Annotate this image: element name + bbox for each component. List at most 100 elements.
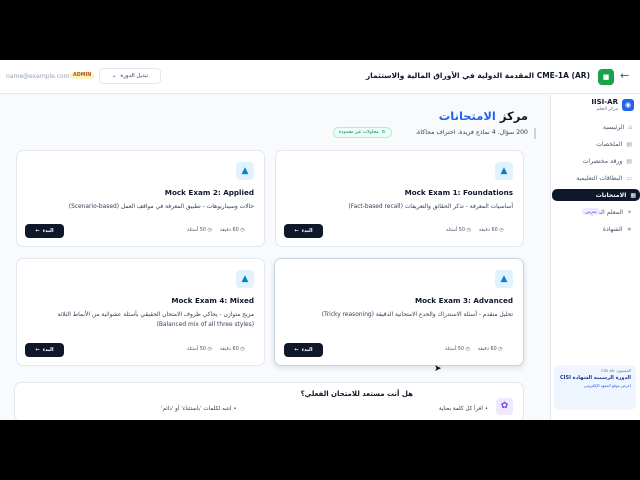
brand-name: IISI-AR	[591, 98, 618, 106]
start-label: البدء	[42, 228, 54, 234]
certificate-icon: ★	[626, 225, 632, 233]
graduation-cap-icon: ▲	[236, 270, 254, 288]
exam-meta: ◷ 60 دقيقة ◷ 50 أسئلة	[445, 346, 503, 352]
exam-meta: ◷ 60 دقيقة ◷ 50 أسئلة	[187, 346, 245, 352]
brand-icon: ◉	[622, 99, 634, 111]
exam-card-3[interactable]: ▲ Mock Exam 3: Advanced تحليل متقدم - أس…	[274, 258, 524, 366]
app-logo[interactable]: ■	[598, 69, 614, 85]
promo-card[interactable]: المستوى: CISI AR الدورة الرسمية الشهادة …	[554, 365, 636, 410]
home-icon: ⌂	[628, 123, 632, 131]
mouse-cursor-icon: ➤	[434, 364, 442, 374]
list-icon: ◷	[465, 346, 470, 352]
exam-meta: ◷ 60 دقيقة ◷ 50 أسئلة	[446, 227, 504, 233]
graduation-cap-icon: ▲	[236, 162, 254, 180]
exam-title: Mock Exam 4: Mixed	[171, 296, 254, 305]
question-count: ◷ 50 أسئلة	[446, 227, 471, 233]
question-count: ◷ 50 أسئلة	[187, 346, 212, 352]
promo-link[interactable]: اعرض موقع المعهد الإلكتروني	[559, 383, 631, 388]
page-subtitle: 200 سؤال. 4 نماذج فريدة. احتراف محاكاة.	[415, 129, 528, 136]
exam-card-4[interactable]: ▲ Mock Exam 4: Mixed مزيج متوازن - يحاكي…	[16, 258, 265, 366]
duration-value: 60 دقيقة	[478, 227, 498, 233]
beta-badge: تجريبي	[582, 208, 600, 215]
sidebar-item-label: الملخصات	[596, 140, 623, 148]
duration-value: 60 دقيقة	[219, 346, 239, 352]
sheet-icon: ▤	[626, 157, 632, 165]
user-email: name@example.com	[6, 73, 70, 80]
start-label: البدء	[301, 347, 313, 353]
question-count: ◷ 50 أسئلة	[187, 227, 212, 233]
exam-tips-card: ✿ هل أنت مستعد للامتحان الفعلي؟ • اقرأ ك…	[14, 382, 524, 420]
exam-title: Mock Exam 1: Foundations	[404, 188, 513, 197]
admin-badge: ADMIN	[70, 72, 95, 79]
course-title: CME-1A (AR) المقدمة الدولية في الأوراق ا…	[365, 71, 590, 80]
arrow-left-icon: ←	[294, 347, 299, 353]
sidebar-item-certificate[interactable]: ★ الشهادة	[552, 223, 636, 235]
tip-text: اقرأ كل كلمة بعناية	[438, 406, 483, 412]
unlimited-label: محاولات غير محدودة	[339, 130, 379, 135]
title-divider	[534, 128, 536, 139]
start-exam-button[interactable]: البدء ←	[25, 224, 64, 238]
chevron-down-icon: ⌄	[111, 73, 117, 79]
sidebar-item-exams[interactable]: ▦ الامتحانات	[552, 189, 640, 201]
duration-value: 60 دقيقة	[477, 346, 497, 352]
page-title-accent: الامتحانات	[438, 109, 496, 123]
sidebar-item-label: الرئيسية	[602, 123, 625, 131]
clock-icon: ◷	[498, 346, 503, 352]
start-exam-button[interactable]: البدء ←	[284, 224, 323, 238]
sidebar-item-flashcards[interactable]: ▭ البطاقات التعليمية	[552, 172, 636, 184]
tip-item: • انتبه لكلمات 'باستثناء' أو 'دائم'	[161, 406, 237, 412]
tips-title: هل أنت مستعد للامتحان الفعلي؟	[300, 390, 413, 398]
doc-icon: ▤	[626, 140, 632, 148]
arrow-left-icon[interactable]: ←	[620, 69, 629, 82]
tip-item: • اقرأ كل كلمة بعناية	[439, 406, 488, 412]
exam-description: مزيج متوازن - يحاكي ظروف الامتحان الحقيق…	[57, 312, 254, 328]
list-icon: ◷	[207, 346, 212, 352]
promo-title: الدورة الرسمية الشهادة CISI	[559, 375, 631, 381]
exam-description: حالات وسيناريوهات - تطبيق المعرفة في موا…	[68, 204, 254, 210]
question-count: ◷ 50 أسئلة	[445, 346, 470, 352]
page-title: مركز الامتحانات	[439, 109, 528, 123]
graduation-cap-icon: ▲	[495, 270, 513, 288]
clock-icon: ◷	[240, 346, 245, 352]
exam-meta: ◷ 60 دقيقة ◷ 50 أسئلة	[187, 227, 245, 233]
check-icon: •	[484, 406, 488, 412]
exam-title: Mock Exam 3: Advanced	[414, 296, 513, 305]
question-count-value: 50 أسئلة	[446, 227, 465, 233]
start-label: البدء	[301, 228, 313, 234]
cards-icon: ▭	[626, 174, 632, 182]
duration: ◷ 60 دقيقة	[220, 227, 245, 233]
exam-card-1[interactable]: ▲ Mock Exam 1: Foundations أساسيات المعر…	[275, 150, 524, 247]
brain-icon: ✿	[496, 398, 513, 415]
duration: ◷ 60 دقيقة	[478, 346, 503, 352]
ai-icon: ✦	[626, 208, 632, 216]
clock-icon: ◷	[499, 227, 504, 233]
graduation-cap-icon: ▲	[495, 162, 513, 180]
duration: ◷ 60 دقيقة	[220, 346, 245, 352]
list-icon: ◷	[207, 227, 212, 233]
check-icon: •	[233, 406, 237, 412]
start-label: البدء	[42, 347, 54, 353]
list-icon: ◷	[466, 227, 471, 233]
start-exam-button[interactable]: البدء ←	[284, 343, 323, 357]
arrow-left-icon: ←	[294, 228, 299, 234]
course-switch-label: تبديل الدورة	[120, 73, 149, 79]
app-window: ← ■ CME-1A (AR) المقدمة الدولية في الأور…	[0, 60, 640, 420]
sidebar-item-label: الشهادة	[602, 225, 623, 233]
sidebar: ◉ IISI-AR مركز التعلم ⌂ الرئيسية ▤ الملخ…	[550, 95, 640, 420]
course-switch-dropdown[interactable]: تبديل الدورة ⌄	[99, 68, 161, 84]
duration-value: 60 دقيقة	[219, 227, 239, 233]
question-count-value: 50 أسئلة	[187, 227, 206, 233]
sidebar-item-ai-tutor[interactable]: ✦ المعلم الذكي تجريبي	[552, 206, 636, 218]
unlimited-attempts-badge: ↻ محاولات غير محدودة	[333, 127, 392, 138]
sidebar-item-cheatsheet[interactable]: ▤ ورقة مختصرات	[552, 155, 636, 167]
arrow-left-icon: ←	[35, 347, 40, 353]
question-count-value: 50 أسئلة	[445, 346, 464, 352]
exam-description: أساسيات المعرفة - تذكر الحقائق والتعريفا…	[348, 204, 513, 210]
exam-card-2[interactable]: ▲ Mock Exam 2: Applied حالات وسيناريوهات…	[16, 150, 265, 247]
sidebar-item-label: الامتحانات	[595, 191, 627, 199]
exam-title: Mock Exam 2: Applied	[164, 188, 254, 197]
sidebar-item-home[interactable]: ⌂ الرئيسية	[552, 121, 636, 133]
sidebar-item-summaries[interactable]: ▤ الملخصات	[552, 138, 636, 150]
brand-subtitle: مركز التعلم	[596, 107, 618, 112]
start-exam-button[interactable]: البدء ←	[25, 343, 64, 357]
